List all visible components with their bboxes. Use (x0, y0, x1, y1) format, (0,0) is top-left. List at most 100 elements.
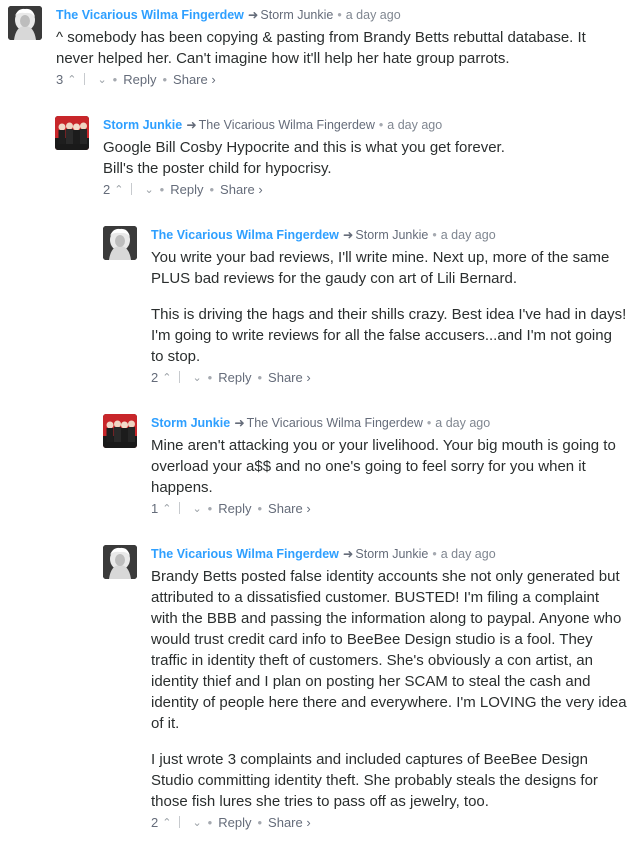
author-name[interactable]: The Vicarious Wilma Fingerdew (56, 8, 244, 22)
separator-dot: • (432, 547, 437, 561)
avatar[interactable] (103, 226, 137, 260)
portrait-avatar-image (103, 226, 137, 260)
separator-dot: • (207, 370, 213, 385)
comment-footer: 2 ⌃ ⌄ • Reply • Share › (151, 814, 628, 833)
comment-footer: 3 ⌃ ⌄ • Reply • Share › (56, 71, 618, 90)
portrait-avatar-image (103, 545, 137, 579)
upvote-icon[interactable]: ⌃ (67, 71, 76, 89)
upvote-count: 2 (151, 370, 159, 385)
band-avatar-image (55, 116, 89, 150)
comment-header: The Vicarious Wilma Fingerdew ➜ Storm Junk… (151, 545, 628, 563)
comment-text: Brandy Betts posted false identity accou… (151, 566, 628, 812)
upvote-count: 2 (103, 182, 111, 197)
comment-text: Mine aren't attacking you or your liveli… (151, 435, 628, 498)
upvote-icon[interactable]: ⌃ (162, 500, 171, 518)
comment-paragraph: Mine aren't attacking you or your liveli… (151, 437, 616, 496)
comment-paragraph: Google Bill Cosby Hypocrite and this is … (103, 139, 505, 177)
separator-dot: • (257, 370, 263, 385)
separator-dot: • (432, 228, 437, 242)
comment-footer: 2 ⌃ ⌄ • Reply • Share › (151, 369, 628, 388)
vote-divider (179, 816, 181, 828)
vote-divider (84, 73, 86, 85)
reply-arrow-icon: ➜ (342, 228, 354, 242)
avatar[interactable] (103, 545, 137, 579)
separator-dot: • (207, 501, 213, 516)
separator-dot: • (112, 72, 118, 87)
separator-dot: • (207, 815, 213, 830)
parent-author[interactable]: Storm Junkie (355, 228, 428, 242)
downvote-icon[interactable]: ⌄ (192, 369, 201, 387)
parent-author[interactable]: The Vicarious Wilma Fingerdew (199, 118, 375, 132)
reply-arrow-icon: ➜ (342, 547, 354, 561)
author-name[interactable]: Storm Junkie (103, 118, 182, 132)
upvote-icon[interactable]: ⌃ (162, 369, 171, 387)
comment-paragraph: ^ somebody has been copying & pasting fr… (56, 29, 586, 67)
comment-paragraph: This is driving the hags and their shill… (151, 306, 627, 365)
reply-button[interactable]: Reply (123, 72, 156, 87)
author-name[interactable]: The Vicarious Wilma Fingerdew (151, 547, 339, 561)
upvote-count: 1 (151, 501, 159, 516)
comment-text: ^ somebody has been copying & pasting fr… (56, 27, 618, 69)
downvote-icon[interactable]: ⌄ (192, 814, 201, 832)
timestamp[interactable]: a day ago (441, 228, 496, 242)
comment-footer: 2 ⌃ ⌄ • Reply • Share › (103, 181, 620, 200)
comment-paragraph: I just wrote 3 complaints and included c… (151, 751, 598, 810)
share-button[interactable]: Share › (268, 501, 311, 516)
comment-header: The Vicarious Wilma Fingerdew ➜ Storm Junk… (151, 226, 628, 244)
share-button[interactable]: Share › (268, 815, 311, 830)
comment-header: Storm Junkie ➜ The Vicarious Wilma Fingerd… (103, 116, 620, 134)
share-button[interactable]: Share › (220, 182, 263, 197)
separator-dot: • (162, 72, 168, 87)
avatar[interactable] (8, 6, 42, 40)
comment-text: You write your bad reviews, I'll write m… (151, 247, 628, 367)
comment-body: Storm Junkie ➜ The Vicarious Wilma Fingerd… (151, 414, 628, 519)
reply-button[interactable]: Reply (218, 370, 251, 385)
vote-divider (131, 183, 133, 195)
share-button[interactable]: Share › (173, 72, 216, 87)
avatar[interactable] (103, 414, 137, 448)
comment-header: Storm Junkie ➜ The Vicarious Wilma Fingerd… (151, 414, 628, 432)
comment-body: The Vicarious Wilma Fingerdew ➜ Storm Junk… (151, 226, 628, 388)
comment-paragraph: Brandy Betts posted false identity accou… (151, 568, 627, 732)
separator-dot: • (378, 118, 384, 132)
parent-author[interactable]: The Vicarious Wilma Fingerdew (247, 416, 423, 430)
share-button[interactable]: Share › (268, 370, 311, 385)
parent-author[interactable]: Storm Junkie (355, 547, 428, 561)
reply-button[interactable]: Reply (218, 815, 251, 830)
author-name[interactable]: The Vicarious Wilma Fingerdew (151, 228, 339, 242)
upvote-count: 3 (56, 72, 64, 87)
reply-button[interactable]: Reply (170, 182, 203, 197)
timestamp[interactable]: a day ago (346, 8, 401, 22)
comment-text: Google Bill Cosby Hypocrite and this is … (103, 137, 620, 179)
timestamp[interactable]: a day ago (441, 547, 496, 561)
separator-dot: • (209, 182, 215, 197)
vote-divider (179, 502, 181, 514)
comment-header: The Vicarious Wilma Fingerdew ➜ Storm Junk… (56, 6, 618, 24)
upvote-icon[interactable]: ⌃ (114, 181, 123, 199)
band-avatar-image (103, 414, 137, 448)
portrait-avatar-image (8, 6, 42, 40)
author-name[interactable]: Storm Junkie (151, 416, 230, 430)
reply-arrow-icon: ➜ (234, 416, 245, 430)
separator-dot: • (337, 8, 342, 22)
comment-body: The Vicarious Wilma Fingerdew ➜ Storm Junk… (56, 6, 618, 90)
upvote-icon[interactable]: ⌃ (162, 814, 171, 832)
avatar[interactable] (55, 116, 89, 150)
reply-button[interactable]: Reply (218, 501, 251, 516)
comment-footer: 1 ⌃ ⌄ • Reply • Share › (151, 500, 628, 519)
timestamp[interactable]: a day ago (435, 416, 490, 430)
separator-dot: • (257, 501, 263, 516)
comment-body: The Vicarious Wilma Fingerdew ➜ Storm Junk… (151, 545, 628, 833)
timestamp[interactable]: a day ago (387, 118, 442, 132)
comment-body: Storm Junkie ➜ The Vicarious Wilma Fingerd… (103, 116, 620, 200)
upvote-count: 2 (151, 815, 159, 830)
downvote-icon[interactable]: ⌄ (192, 500, 201, 518)
parent-author[interactable]: Storm Junkie (260, 8, 333, 22)
downvote-icon[interactable]: ⌄ (144, 181, 153, 199)
reply-arrow-icon: ➜ (186, 118, 197, 132)
separator-dot: • (426, 416, 432, 430)
comment-paragraph: You write your bad reviews, I'll write m… (151, 249, 610, 287)
vote-divider (179, 371, 181, 383)
downvote-icon[interactable]: ⌄ (97, 71, 106, 89)
separator-dot: • (257, 815, 263, 830)
